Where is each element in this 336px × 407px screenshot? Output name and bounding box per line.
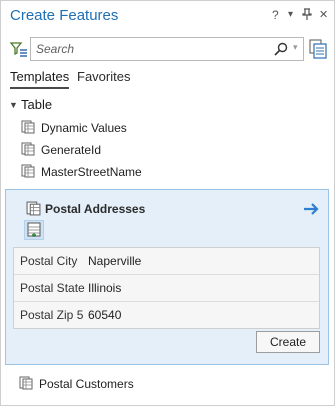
tab-favorites[interactable]: Favorites (77, 69, 130, 84)
template-item-postal-addresses[interactable]: Postal Addresses (26, 201, 145, 216)
attribute-value[interactable]: 60540 (88, 302, 121, 328)
table-template-icon (21, 164, 35, 178)
attribute-value[interactable]: Naperville (88, 248, 141, 274)
table-template-icon (21, 120, 35, 134)
filter-icon[interactable] (9, 40, 29, 60)
template-item-masterstreetname[interactable]: MasterStreetName (21, 163, 142, 181)
attribute-value[interactable]: Illinois (88, 275, 121, 301)
tab-templates[interactable]: Templates (10, 69, 70, 89)
group-label: Table (21, 97, 53, 112)
help-button[interactable]: ? (272, 8, 279, 22)
table-row[interactable]: Postal State Illinois (14, 275, 319, 302)
attribute-label: Postal Zip 5 (20, 308, 84, 322)
search-input[interactable] (36, 40, 261, 58)
selected-template-label: Postal Addresses (45, 202, 146, 216)
template-item-label: MasterStreetName (41, 165, 142, 179)
search-icon[interactable] (274, 42, 288, 56)
pane-title-bar: Create Features ? ▾ ✕ (1, 1, 334, 35)
table-row[interactable]: Postal Zip 5 60540 (14, 302, 319, 328)
pane-title: Create Features (10, 7, 119, 24)
pin-button[interactable] (302, 8, 312, 23)
chevron-down-icon[interactable]: ▼ (9, 100, 21, 110)
selected-template-panel: Postal Addresses Postal City Naperville … (5, 189, 329, 365)
search-box: ▾ (30, 37, 304, 61)
attribute-label: Postal State (20, 281, 85, 295)
template-item-generateid[interactable]: GenerateId (21, 141, 101, 159)
template-item-postal-customers[interactable]: Postal Customers (19, 376, 134, 391)
pin-icon (302, 8, 312, 20)
arrow-right-icon[interactable] (303, 202, 320, 216)
close-button[interactable]: ✕ (319, 8, 328, 21)
attributes-table: Postal City Naperville Postal State Illi… (13, 247, 320, 329)
attribute-label: Postal City (20, 254, 78, 268)
create-button[interactable]: Create (256, 331, 320, 353)
search-row: ▾ (1, 37, 334, 63)
template-item-label: Postal Customers (39, 377, 134, 391)
group-header-table[interactable]: ▼ Table (9, 97, 52, 112)
new-row-icon (27, 222, 41, 237)
template-item-dynamic-values[interactable]: Dynamic Values (21, 119, 127, 137)
table-template-icon (19, 376, 33, 390)
table-template-icon (26, 201, 41, 216)
template-item-label: Dynamic Values (41, 121, 127, 135)
table-row[interactable]: Postal City Naperville (14, 248, 319, 275)
chevron-down-icon[interactable]: ▾ (293, 42, 298, 53)
pane-options-dropdown[interactable]: ▾ (288, 9, 293, 20)
create-features-pane: Create Features ? ▾ ✕ ▾ Templates Favor (0, 0, 335, 406)
manage-templates-icon[interactable] (309, 39, 327, 59)
table-template-icon (21, 142, 35, 156)
template-item-label: GenerateId (41, 143, 102, 157)
table-tool-button[interactable] (24, 220, 44, 240)
